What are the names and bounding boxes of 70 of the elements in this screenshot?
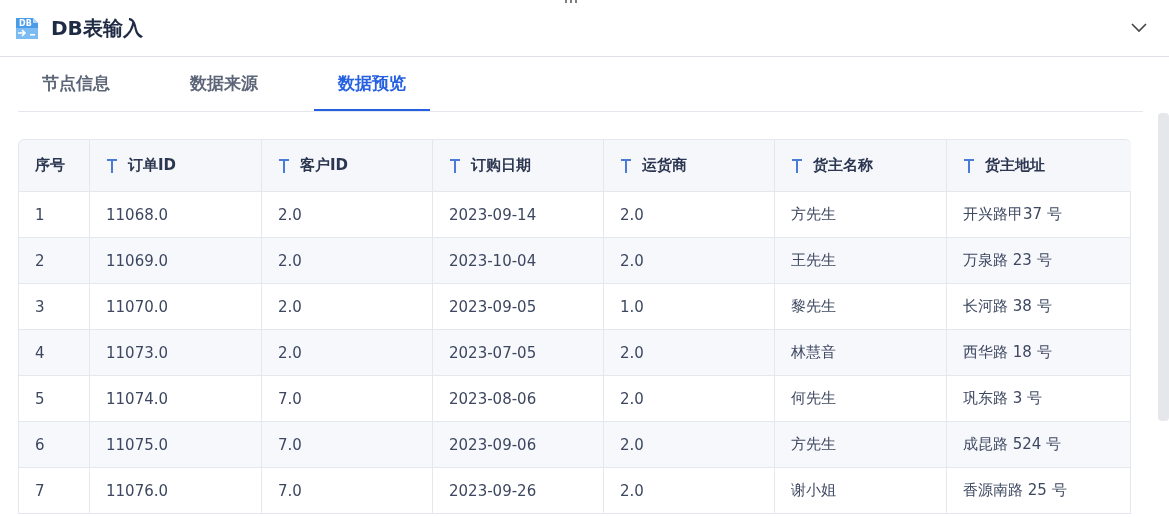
- column-title: 货主地址: [985, 156, 1045, 175]
- table-cell: 2.0: [604, 192, 775, 238]
- table-cell: 开兴路甲37 号: [947, 192, 1131, 238]
- table-cell: 11070.0: [90, 284, 262, 330]
- table-cell: 7.0: [262, 468, 433, 514]
- column-title: 客户ID: [300, 156, 349, 175]
- table-cell: 6: [18, 422, 90, 468]
- table-cell: 2023-09-05: [433, 284, 604, 330]
- table-cell: 2023-09-06: [433, 422, 604, 468]
- table-cell: 11068.0: [90, 192, 262, 238]
- scrollbar[interactable]: [1158, 113, 1169, 421]
- table-cell: 王先生: [775, 238, 947, 284]
- text-type-icon: [106, 157, 118, 174]
- table-cell: 11076.0: [90, 468, 262, 514]
- table-cell: 2.0: [604, 468, 775, 514]
- table-cell: 方先生: [775, 422, 947, 468]
- text-type-icon: [449, 157, 461, 174]
- tab[interactable]: 数据预览: [314, 57, 430, 111]
- column-title: 运货商: [642, 156, 687, 175]
- table-cell: 1.0: [604, 284, 775, 330]
- table-cell: 7.0: [262, 422, 433, 468]
- drag-handle-icon[interactable]: [564, 0, 578, 4]
- table-cell: 7: [18, 468, 90, 514]
- table-cell: 2023-08-06: [433, 376, 604, 422]
- table-cell: 7.0: [262, 376, 433, 422]
- column-title: 序号: [35, 156, 65, 175]
- column-title: 订购日期: [471, 156, 531, 175]
- chevron-down-icon[interactable]: [1131, 23, 1147, 33]
- table-cell: 林慧音: [775, 330, 947, 376]
- tab[interactable]: 数据来源: [166, 57, 282, 111]
- database-input-icon: DB: [15, 16, 39, 40]
- table-cell: 11075.0: [90, 422, 262, 468]
- tab[interactable]: 节点信息: [18, 57, 134, 111]
- table-cell: 2.0: [604, 422, 775, 468]
- table-cell: 2: [18, 238, 90, 284]
- table-cell: 何先生: [775, 376, 947, 422]
- table-cell: 2.0: [604, 376, 775, 422]
- table-cell: 4: [18, 330, 90, 376]
- table-cell: 方先生: [775, 192, 947, 238]
- table-cell: 巩东路 3 号: [947, 376, 1131, 422]
- text-type-icon: [278, 157, 290, 174]
- table-cell: 3: [18, 284, 90, 330]
- text-type-icon: [791, 157, 803, 174]
- column-title: 货主名称: [813, 156, 873, 175]
- text-type-icon: [963, 157, 975, 174]
- table-cell: 黎先生: [775, 284, 947, 330]
- table-cell: 2023-07-05: [433, 330, 604, 376]
- table-cell: 谢小姐: [775, 468, 947, 514]
- table-cell: 2023-09-26: [433, 468, 604, 514]
- table-cell: 2.0: [262, 330, 433, 376]
- table-cell: 2.0: [604, 238, 775, 284]
- column-title: 订单ID: [128, 156, 177, 175]
- table-cell: 2023-10-04: [433, 238, 604, 284]
- table-cell: 11073.0: [90, 330, 262, 376]
- table-cell: 11074.0: [90, 376, 262, 422]
- table-cell: 2.0: [262, 284, 433, 330]
- text-type-icon: [620, 157, 632, 174]
- table-cell: 万泉路 23 号: [947, 238, 1131, 284]
- table-cell: 2.0: [262, 238, 433, 284]
- table-cell: 11069.0: [90, 238, 262, 284]
- table-cell: 长河路 38 号: [947, 284, 1131, 330]
- table-cell: 5: [18, 376, 90, 422]
- table-cell: 2023-09-14: [433, 192, 604, 238]
- table-cell: 1: [18, 192, 90, 238]
- table-cell: 西华路 18 号: [947, 330, 1131, 376]
- table-cell: 2.0: [604, 330, 775, 376]
- table-cell: 2.0: [262, 192, 433, 238]
- panel-title: DB表输入: [51, 14, 144, 42]
- table-cell: 香源南路 25 号: [947, 468, 1131, 514]
- table-cell: 成昆路 524 号: [947, 422, 1131, 468]
